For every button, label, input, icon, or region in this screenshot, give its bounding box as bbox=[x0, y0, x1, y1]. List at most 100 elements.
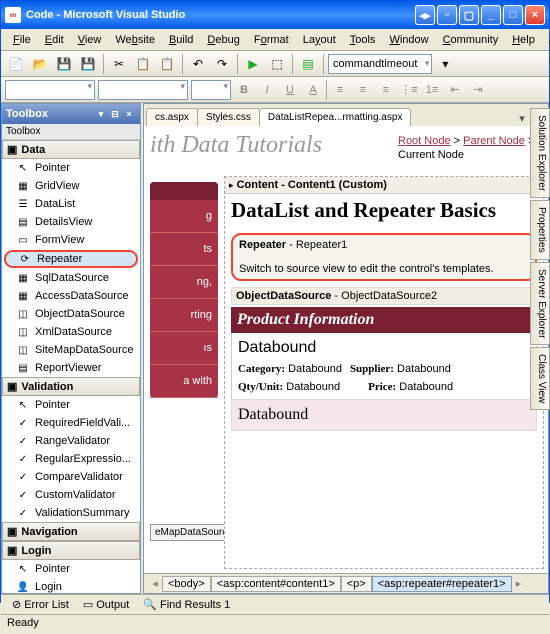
tab-server-explorer[interactable]: Server Explorer bbox=[530, 262, 550, 345]
item-objectdatasource[interactable]: ◫ObjectDataSource bbox=[2, 305, 140, 323]
size-combo[interactable] bbox=[191, 80, 231, 100]
tab-findresults[interactable]: 🔍Find Results 1 bbox=[138, 597, 235, 612]
toolbox-tab[interactable]: Toolbox bbox=[2, 124, 140, 140]
item-formview[interactable]: ▭FormView bbox=[2, 231, 140, 249]
comment-icon[interactable]: ▤ bbox=[297, 53, 319, 75]
design-surface[interactable]: ith Data Tutorials Root Node > Parent No… bbox=[144, 126, 548, 573]
menu-addins[interactable]: Addins bbox=[543, 32, 550, 48]
item-xmldatasource[interactable]: ◫XmlDataSource bbox=[2, 323, 140, 341]
numbering-icon[interactable]: 1≡ bbox=[422, 80, 442, 100]
menu-website[interactable]: Website bbox=[109, 32, 161, 48]
menu-debug[interactable]: Debug bbox=[201, 32, 245, 48]
group3-button[interactable]: ▢ bbox=[459, 5, 479, 25]
save-all-icon[interactable]: 💾 bbox=[77, 53, 99, 75]
sidebar-item[interactable]: g bbox=[150, 200, 218, 233]
paste-icon[interactable]: 📋 bbox=[156, 53, 178, 75]
undo-icon[interactable]: ↶ bbox=[187, 53, 209, 75]
item-detailsview[interactable]: ▤DetailsView bbox=[2, 213, 140, 231]
menu-window[interactable]: Window bbox=[383, 32, 434, 48]
menu-file[interactable]: File bbox=[7, 32, 37, 48]
debug-icon[interactable]: ⬚ bbox=[266, 53, 288, 75]
align-left-icon[interactable]: ≡ bbox=[330, 80, 350, 100]
sidebar-item[interactable]: ts bbox=[150, 233, 218, 266]
toolbox-pin-icon[interactable]: ⊟ bbox=[108, 107, 122, 121]
sidebar-item[interactable]: ıs bbox=[150, 332, 218, 365]
menu-view[interactable]: View bbox=[72, 32, 108, 48]
tab-class-view[interactable]: Class View bbox=[530, 347, 550, 410]
open-icon[interactable]: 📂 bbox=[29, 53, 51, 75]
item-sitemapdatasource[interactable]: ◫SiteMapDataSource bbox=[2, 341, 140, 359]
menu-format[interactable]: Format bbox=[248, 32, 295, 48]
find-extra-icon[interactable]: ▾ bbox=[434, 53, 456, 75]
font-combo[interactable] bbox=[98, 80, 188, 100]
fontcolor-icon[interactable]: A bbox=[303, 80, 323, 100]
menu-edit[interactable]: Edit bbox=[39, 32, 70, 48]
tab-dropdown-icon[interactable]: ▾ bbox=[514, 110, 530, 126]
tab-errorlist[interactable]: ⊘Error List bbox=[7, 597, 74, 612]
sidebar-item[interactable]: ng, bbox=[150, 266, 218, 299]
cut-icon[interactable]: ✂ bbox=[108, 53, 130, 75]
doc-tab-1[interactable]: cs.aspx bbox=[146, 108, 198, 126]
item-rangevalidator[interactable]: ✓RangeValidator bbox=[2, 432, 140, 450]
tagpath-body[interactable]: <body> bbox=[162, 576, 211, 592]
menu-build[interactable]: Build bbox=[163, 32, 199, 48]
group1-button[interactable]: ◂▸ bbox=[415, 5, 435, 25]
tab-properties[interactable]: Properties bbox=[530, 200, 550, 260]
maximize-button[interactable]: □ bbox=[503, 5, 523, 25]
section-validation[interactable]: ▣Validation bbox=[2, 377, 140, 396]
tab-output[interactable]: ▭Output bbox=[78, 597, 134, 612]
breadcrumb-root[interactable]: Root Node bbox=[398, 135, 451, 147]
section-data[interactable]: ▣Data bbox=[2, 140, 140, 159]
item-pointer[interactable]: ↖Pointer bbox=[2, 159, 140, 177]
minimize-button[interactable]: _ bbox=[481, 5, 501, 25]
item-accessdatasource[interactable]: ▦AccessDataSource bbox=[2, 287, 140, 305]
menu-help[interactable]: Help bbox=[506, 32, 541, 48]
section-login[interactable]: ▣Login bbox=[2, 541, 140, 560]
italic-icon[interactable]: I bbox=[257, 80, 277, 100]
content-placeholder[interactable]: ▸ Content - Content1 (Custom) DataList a… bbox=[224, 176, 544, 569]
item-regex[interactable]: ✓RegularExpressio... bbox=[2, 450, 140, 468]
align-right-icon[interactable]: ≡ bbox=[376, 80, 396, 100]
breadcrumb-parent[interactable]: Parent Node bbox=[463, 135, 525, 147]
item-custom[interactable]: ✓CustomValidator bbox=[2, 486, 140, 504]
item-login[interactable]: 👤Login bbox=[2, 578, 140, 593]
doc-tab-2[interactable]: Styles.css bbox=[197, 108, 260, 126]
item-repeater[interactable]: ⟳Repeater bbox=[4, 250, 138, 268]
item-sqldatasource[interactable]: ▦SqlDataSource bbox=[2, 269, 140, 287]
item-summary[interactable]: ✓ValidationSummary bbox=[2, 504, 140, 522]
item-datalist[interactable]: ☰DataList bbox=[2, 195, 140, 213]
doc-tab-3[interactable]: DataListRepea...rmatting.aspx bbox=[259, 108, 412, 126]
start-debug-icon[interactable]: ▶ bbox=[242, 53, 264, 75]
underline-icon[interactable]: U bbox=[280, 80, 300, 100]
find-combo[interactable]: commandtimeout bbox=[328, 54, 432, 74]
style-combo[interactable] bbox=[5, 80, 95, 100]
item-v-pointer[interactable]: ↖Pointer bbox=[2, 396, 140, 414]
menu-community[interactable]: Community bbox=[437, 32, 505, 48]
section-navigation[interactable]: ▣Navigation bbox=[2, 522, 140, 541]
align-center-icon[interactable]: ≡ bbox=[353, 80, 373, 100]
item-reportviewer[interactable]: ▤ReportViewer bbox=[2, 359, 140, 377]
tagpath-p[interactable]: <p> bbox=[341, 576, 372, 592]
menu-tools[interactable]: Tools bbox=[344, 32, 382, 48]
indent-icon[interactable]: ⇥ bbox=[468, 80, 488, 100]
toolbox-dropdown-icon[interactable]: ▾ bbox=[94, 107, 108, 121]
close-button[interactable]: × bbox=[525, 5, 545, 25]
tagpath-content[interactable]: <asp:content#content1> bbox=[211, 576, 341, 592]
menu-layout[interactable]: Layout bbox=[297, 32, 342, 48]
bullets-icon[interactable]: ⋮≡ bbox=[399, 80, 419, 100]
tagpath-next-icon[interactable]: ▸ bbox=[512, 577, 526, 590]
tab-solution-explorer[interactable]: Solution Explorer bbox=[530, 108, 550, 198]
sidebar-item[interactable]: rting bbox=[150, 299, 218, 332]
repeater-control[interactable]: Repeater - Repeater1 Switch to source vi… bbox=[231, 233, 537, 281]
item-gridview[interactable]: ▦GridView bbox=[2, 177, 140, 195]
toolbox-close-icon[interactable]: × bbox=[122, 107, 136, 121]
tagpath-repeater[interactable]: <asp:repeater#repeater1> bbox=[372, 576, 512, 592]
item-requiredfield[interactable]: ✓RequiredFieldVali... bbox=[2, 414, 140, 432]
item-l-pointer[interactable]: ↖Pointer bbox=[2, 560, 140, 578]
sidebar-item[interactable]: a with bbox=[150, 365, 218, 398]
item-compare[interactable]: ✓CompareValidator bbox=[2, 468, 140, 486]
bold-icon[interactable]: B bbox=[234, 80, 254, 100]
outdent-icon[interactable]: ⇤ bbox=[445, 80, 465, 100]
group2-button[interactable]: ▫ bbox=[437, 5, 457, 25]
copy-icon[interactable]: 📋 bbox=[132, 53, 154, 75]
